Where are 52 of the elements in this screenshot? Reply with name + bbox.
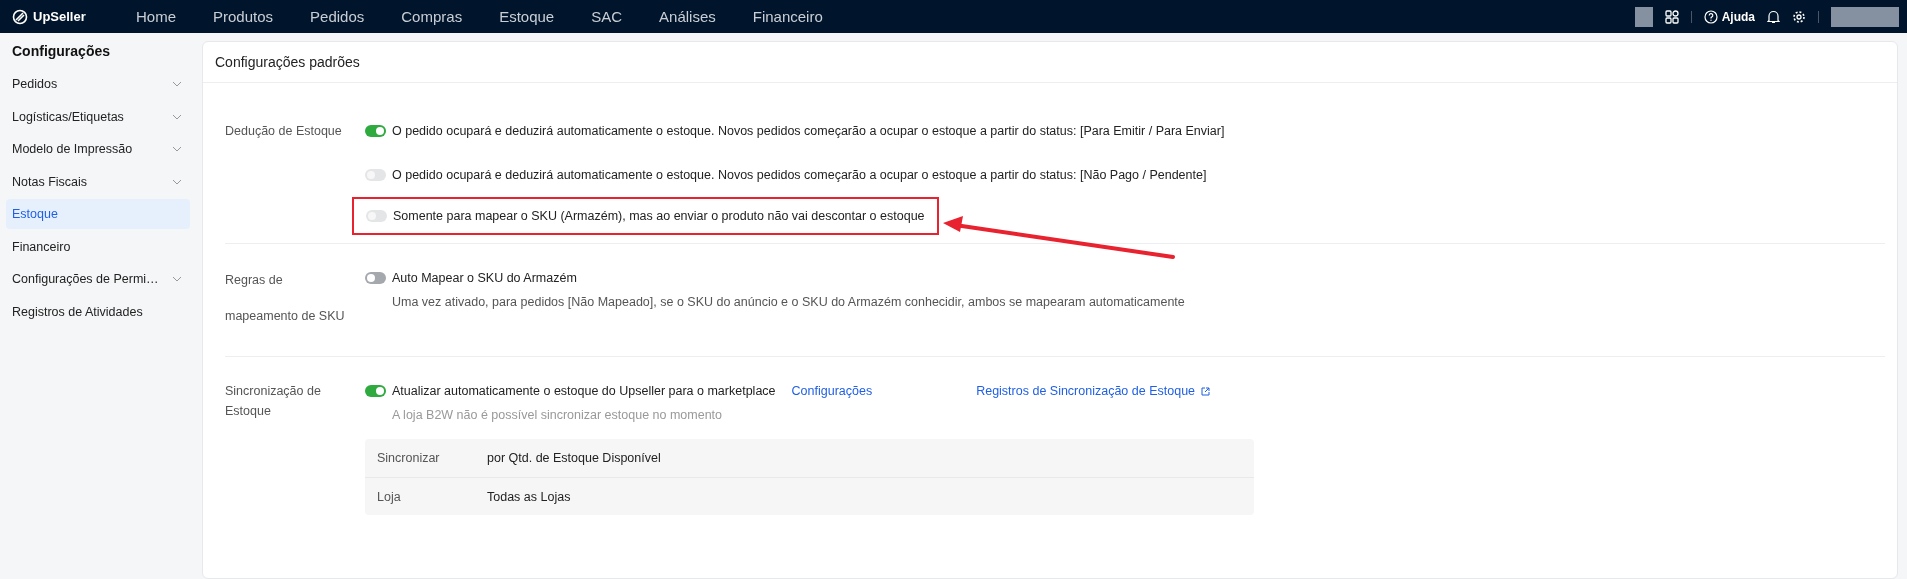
table-cell-text: Loja [377,489,402,504]
table-cell-text: Todas as Lojas [487,489,572,504]
sidebar-item[interactable]: Modelo de Impressão [6,134,190,164]
option-label: Atualizar automaticamente o estoque do Upseller para o marketplace [392,384,776,398]
help-icon [1703,9,1718,24]
nav-link[interactable]: SAC [591,8,623,25]
help-link[interactable]: Ajuda [1703,9,1755,24]
chevron-down-icon [172,81,182,87]
sidebar-item[interactable]: Notas Fiscais [6,166,190,197]
settings-link[interactable]: Configurações [791,384,873,398]
settings-icon[interactable] [1792,9,1806,24]
logo-icon [12,8,28,25]
option-note: Uma vez ativado, para pedidos [Não Mapeado], se o SKU do anúncio e o SKU do Armazém conhecidir, ambos se mapearam automaticamente [391,294,1186,311]
option-label: O pedido ocupará e deduzirá automaticamente o estoque. Novos pedidos começarão a ocupar o estoque a partir do status: [Não Pago / Pendente] [392,168,1207,182]
sidebar-title: Configurações [11,43,111,59]
chevron-down-icon [172,276,182,282]
nav-link[interactable]: Estoque [499,8,555,25]
chevron-down-icon [172,178,182,185]
sync-log-link[interactable]: Registros de Sincronização de Estoque [976,384,1211,398]
brand-name: UpSeller [33,9,86,24]
sidebar-item[interactable]: Pedidos [6,69,190,99]
option-label: O pedido ocupará e deduzirá automaticamente o estoque. Novos pedidos começarão a ocupar o estoque a partir do status: [Para Emitir / Para Enviar] [392,124,1225,138]
nav-link[interactable]: Análises [659,8,716,25]
card-title: Configurações padrões [203,42,1897,83]
chevron-down-icon [172,113,182,120]
redacted-block [1831,6,1899,27]
option-label: Auto Mapear o SKU do Armazém [392,271,577,285]
sidebar-item[interactable]: Logísticas/Etiquetas [6,101,190,132]
section-label: Regras de mapeamento de SKU [225,272,346,325]
redacted-block [1634,6,1653,27]
toggle-switch[interactable] [365,125,386,137]
table-cell-text: por Qtd. de Estoque Disponível [487,451,662,465]
chevron-down-icon [172,146,182,152]
nav-link[interactable]: Compras [401,8,463,25]
section-label: Dedução de Estoque [225,123,343,140]
external-link-icon [1201,386,1211,396]
option-label: Somente para mapear o SKU (Armazém), mas ao enviar o produto não vai descontar o estoque [393,209,925,223]
section-label: Sincronização de Estoque [225,383,322,420]
sidebar-item[interactable]: Estoque [6,199,190,229]
nav-link[interactable]: Financeiro [752,8,823,25]
table-cell-text: Sincronizar [377,451,441,465]
nav-link[interactable]: Pedidos [310,8,365,25]
bell-icon[interactable] [1767,9,1780,24]
nav-link[interactable]: Home [136,8,176,25]
sidebar-item[interactable]: Financeiro [6,231,190,262]
sidebar-item[interactable]: Configurações de Permi… [6,264,190,294]
toggle-switch[interactable] [365,272,386,284]
option-note: A loja B2W não é possível sincronizar estoque no momento [391,407,724,424]
sidebar-item[interactable]: Registros de Atividades [6,296,190,327]
toggle-switch[interactable] [365,385,386,397]
nav-link[interactable]: Produtos [213,8,274,25]
apps-grid-icon[interactable] [1664,9,1679,24]
